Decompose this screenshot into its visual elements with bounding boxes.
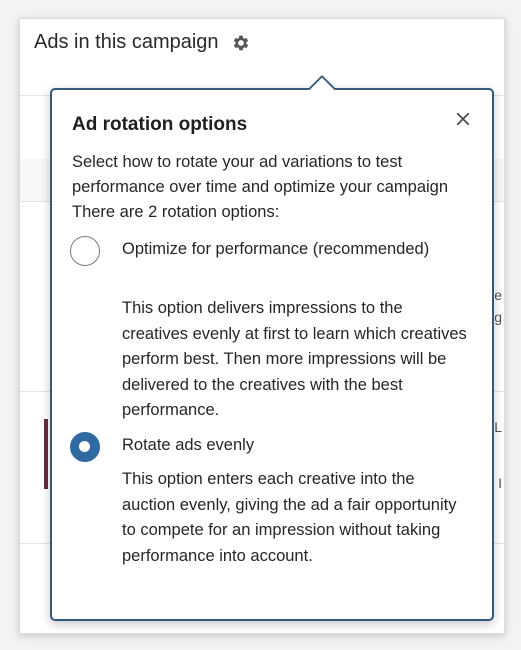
clipped-text-fragment: e: [494, 287, 502, 303]
close-button[interactable]: [452, 110, 474, 132]
option-label[interactable]: Rotate ads evenly: [122, 433, 462, 458]
close-icon: [456, 112, 470, 131]
section-header: Ads in this campaign: [34, 31, 251, 54]
clipped-text-fragment: g: [494, 309, 502, 325]
radio-optimize-for-performance[interactable]: [70, 236, 100, 266]
clipped-text-fragment: L: [494, 419, 502, 435]
popover-intro-text: Select how to rotate your ad variations …: [72, 153, 449, 221]
gear-icon[interactable]: [231, 33, 251, 53]
radio-rotate-ads-evenly[interactable]: [70, 432, 100, 462]
option-description: This option delivers impressions to the …: [122, 299, 467, 419]
row-accent-bar: [44, 419, 48, 489]
popover-title: Ad rotation options: [72, 114, 248, 135]
option-label[interactable]: Optimize for performance (recommended): [122, 237, 462, 262]
option-description: This option enters each creative into th…: [122, 470, 457, 565]
ad-rotation-popover: Ad rotation options Select how to rotate…: [50, 74, 494, 621]
clipped-text-fragment: I: [498, 475, 502, 491]
section-title: Ads in this campaign: [34, 31, 219, 53]
page: e g L I Ads in this campaign Ad rotation…: [0, 0, 521, 650]
